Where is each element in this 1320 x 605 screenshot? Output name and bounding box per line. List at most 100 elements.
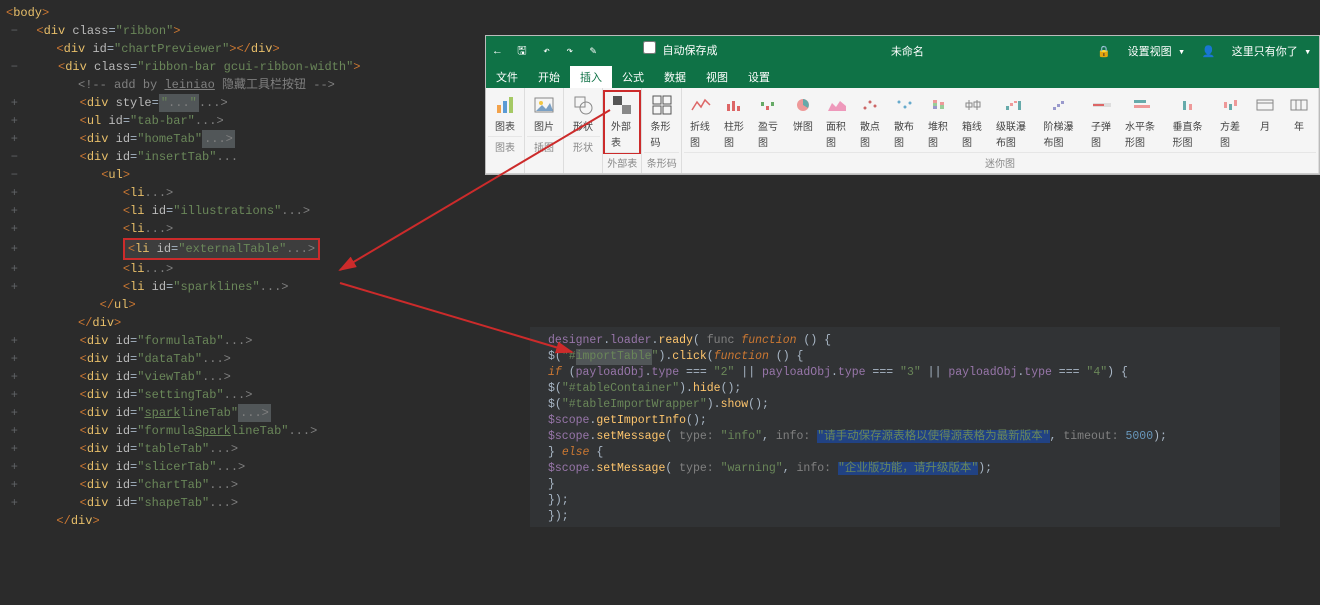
ribbon-tab-2[interactable]: 插入 — [570, 66, 612, 88]
casc-icon — [1003, 94, 1025, 116]
ribbon-tab-0[interactable]: 文件 — [486, 66, 528, 88]
year-icon — [1288, 94, 1310, 116]
ribbon-item-scatter[interactable]: 散点图 — [854, 92, 888, 152]
ribbon-group-label: 图表 — [488, 136, 522, 155]
undo-icon[interactable]: ↶ — [543, 46, 550, 58]
bar-chart-icon — [494, 94, 516, 116]
ribbon-group-label: 外部表 — [605, 152, 639, 171]
ribbon-item-area[interactable]: 面积图 — [820, 92, 854, 152]
ribbon-tab-6[interactable]: 设置 — [738, 66, 780, 88]
spreadsheet-ribbon: ← 🖫 ↶ ↷ ✎ 自动保存成 未命名 🔒 设置视图 ▾ 👤 这里只有你了 ▾ … — [485, 35, 1320, 175]
line-icon — [690, 94, 712, 116]
back-icon[interactable]: ← — [494, 46, 501, 58]
ribbon-item-label: 箱线图 — [962, 118, 984, 150]
lock-icon: 🔒 — [1097, 47, 1111, 59]
left-code-panel: <body> − <div class="ribbon"> <div id="c… — [0, 0, 420, 605]
ribbon-tab-5[interactable]: 视图 — [696, 66, 738, 88]
hbar-icon — [1132, 94, 1154, 116]
var-icon — [1220, 94, 1242, 116]
step-icon — [1050, 94, 1072, 116]
js-code-panel: designer.loader.ready( func function () … — [530, 327, 1280, 527]
redo-icon[interactable]: ↷ — [566, 46, 573, 58]
ribbon-item-line[interactable]: 折线图 — [684, 92, 718, 152]
ribbon-item-label: 折线图 — [690, 118, 712, 150]
ribbon-group-1: 图片插图 — [525, 88, 564, 173]
ribbon-item-label: 子弹图 — [1091, 118, 1113, 150]
body-tag: body — [13, 6, 42, 20]
ribbon-item-month[interactable]: 月 — [1248, 92, 1282, 152]
vbar-icon — [1179, 94, 1201, 116]
ribbon-item-label: 垂直条形图 — [1172, 118, 1208, 150]
wl-icon — [758, 94, 780, 116]
autosave-checkbox[interactable] — [643, 41, 656, 54]
ribbon-item-spread[interactable]: 散布图 — [888, 92, 922, 152]
ribbon-item-stack[interactable]: 堆积图 — [922, 92, 956, 152]
ribbon-group-2: 形状形状 — [564, 88, 603, 173]
presence-label: 这里只有你了 — [1232, 47, 1298, 59]
ribbon-item-casc[interactable]: 级联瀑布图 — [990, 92, 1038, 152]
ribbon-item-pic[interactable]: 图片 — [527, 92, 561, 136]
save-icon[interactable]: 🖫 — [517, 46, 526, 58]
autosave-label: 自动保存成 — [663, 46, 718, 58]
ribbon-item-label: 图表 — [495, 118, 515, 134]
ribbon-item-label: 阶梯瀑布图 — [1043, 118, 1079, 150]
pie-icon — [792, 94, 814, 116]
ribbon-item-label: 方差图 — [1220, 118, 1242, 150]
ribbon-group-label: 条形码 — [644, 152, 678, 171]
ribbon-item-label: 堆积图 — [928, 118, 950, 150]
ribbon-item-box[interactable]: 箱线图 — [956, 92, 990, 152]
ribbon-group-4: 条形码条形码 — [642, 88, 681, 173]
ribbon-item-label: 级联瀑布图 — [996, 118, 1032, 150]
scatter-icon — [860, 94, 882, 116]
ribbon-item-label: 饼图 — [793, 118, 813, 134]
stack-icon — [928, 94, 950, 116]
ribbon-item-hbar[interactable]: 水平条形图 — [1119, 92, 1167, 152]
pic-icon — [533, 94, 555, 116]
ribbon-item-shape[interactable]: 形状 — [566, 92, 600, 136]
ribbon-item-label: 月 — [1260, 118, 1270, 134]
area-icon — [826, 94, 848, 116]
ribbon-tab-3[interactable]: 公式 — [612, 66, 654, 88]
ribbon-item-vbar[interactable]: 垂直条形图 — [1166, 92, 1214, 152]
box-icon — [962, 94, 984, 116]
ribbon-item-year[interactable]: 年 — [1282, 92, 1316, 152]
ribbon-item-label: 散布图 — [894, 118, 916, 150]
ribbon-body: 图表图表图片插图形状形状外部表外部表条形码条形码折线图柱形图盈亏图饼图面积图散点… — [486, 88, 1319, 174]
ribbon-item-var[interactable]: 方差图 — [1214, 92, 1248, 152]
bullet-icon — [1091, 94, 1113, 116]
ribbon-group-label: 迷你图 — [684, 152, 1316, 171]
ribbon-item-label: 散点图 — [860, 118, 882, 150]
title-bar: ← 🖫 ↶ ↷ ✎ 自动保存成 未命名 🔒 设置视图 ▾ 👤 这里只有你了 ▾ — [486, 36, 1319, 66]
ribbon-item-label: 形状 — [573, 118, 593, 134]
ribbon-item-barcode[interactable]: 条形码 — [644, 92, 678, 152]
spread-icon — [894, 94, 916, 116]
ribbon-item-col[interactable]: 柱形图 — [718, 92, 752, 152]
ribbon-item-label: 水平条形图 — [1125, 118, 1161, 150]
barcode-icon — [651, 94, 673, 116]
ribbon-item-label: 年 — [1294, 118, 1304, 134]
ribbon-item-ext[interactable]: 外部表 — [605, 92, 639, 152]
external-table-line: <li id="externalTable"...> — [123, 238, 320, 260]
ribbon-tab-1[interactable]: 开始 — [528, 66, 570, 88]
ribbon-group-0: 图表图表 — [486, 88, 525, 173]
paint-icon[interactable]: ✎ — [590, 46, 597, 58]
ribbon-item-label: 外部表 — [611, 118, 633, 150]
ribbon-item-step[interactable]: 阶梯瀑布图 — [1037, 92, 1085, 152]
ribbon-item-bar-chart[interactable]: 图表 — [488, 92, 522, 136]
ribbon-group-label: 形状 — [566, 136, 600, 155]
ribbon-item-bullet[interactable]: 子弹图 — [1085, 92, 1119, 152]
ribbon-tab-4[interactable]: 数据 — [654, 66, 696, 88]
set-view-label[interactable]: 设置视图 — [1128, 47, 1172, 59]
shape-icon — [572, 94, 594, 116]
ribbon-tab-bar: 文件开始插入公式数据视图设置 — [486, 66, 1319, 88]
ribbon-item-wl[interactable]: 盈亏图 — [752, 92, 786, 152]
ribbon-group-label: 插图 — [527, 136, 561, 155]
ribbon-group-3: 外部表外部表 — [603, 88, 642, 173]
ribbon-group-5: 折线图柱形图盈亏图饼图面积图散点图散布图堆积图箱线图级联瀑布图阶梯瀑布图子弹图水… — [682, 88, 1319, 173]
ribbon-item-label: 盈亏图 — [758, 118, 780, 150]
document-title: 未命名 — [738, 43, 1078, 59]
ribbon-item-label: 图片 — [534, 118, 554, 134]
ribbon-item-pie[interactable]: 饼图 — [786, 92, 820, 152]
col-icon — [724, 94, 746, 116]
month-icon — [1254, 94, 1276, 116]
